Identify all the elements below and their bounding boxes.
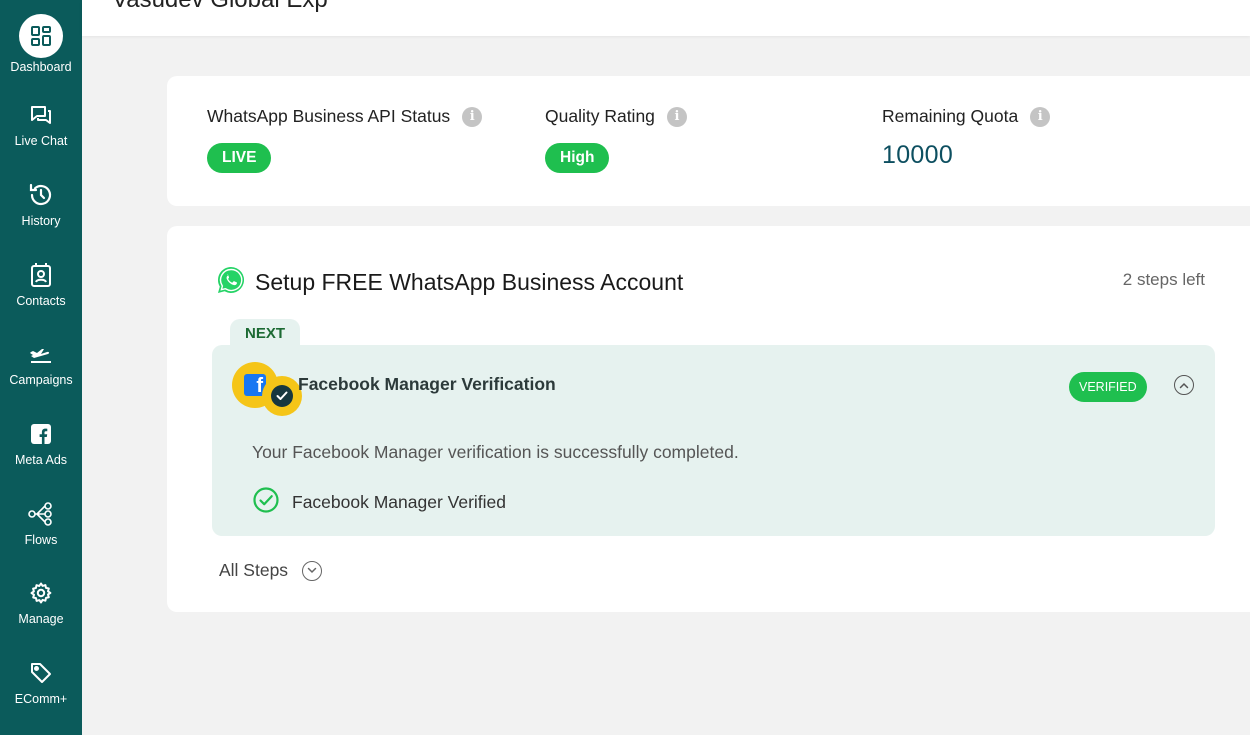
sidebar-item-flows[interactable]: Flows xyxy=(0,497,82,547)
organization-name: Vasudev Global Exp xyxy=(112,0,328,14)
sidebar-item-campaigns[interactable]: Campaigns xyxy=(0,337,82,387)
whatsapp-icon xyxy=(215,264,247,301)
verification-status-row: Facebook Manager Verified xyxy=(252,486,506,519)
sidebar-item-label: Campaigns xyxy=(9,373,73,387)
sidebar-item-label: Live Chat xyxy=(14,134,68,148)
api-status-badge: LIVE xyxy=(207,143,272,173)
api-status-stat: WhatsApp Business API Status i LIVE xyxy=(207,106,483,173)
api-status-card: WhatsApp Business API Status i LIVE Qual… xyxy=(167,76,1250,206)
step-title: Facebook Manager Verification xyxy=(298,374,556,394)
collapse-chevron-icon[interactable] xyxy=(1174,375,1194,395)
step-description: Your Facebook Manager verification is su… xyxy=(252,442,739,462)
sidebar-item-label: Flows xyxy=(24,533,58,547)
sidebar-item-label: Meta Ads xyxy=(14,453,68,467)
gear-icon xyxy=(19,576,63,610)
top-header: Vasudev Global Exp xyxy=(82,0,1250,36)
dashboard-icon xyxy=(19,14,63,58)
setup-header: Setup FREE WhatsApp Business Account xyxy=(215,264,683,301)
sidebar-item-label: Dashboard xyxy=(10,60,72,74)
sidebar-item-label: Contacts xyxy=(16,294,66,308)
sidebar-item-dashboard[interactable]: Dashboard xyxy=(0,14,82,74)
verification-status-text: Facebook Manager Verified xyxy=(292,492,507,512)
step-facebook-verification: f Facebook Manager Verification VERIFIED… xyxy=(212,345,1215,536)
info-icon[interactable]: i xyxy=(666,106,687,127)
info-icon[interactable]: i xyxy=(1030,106,1051,127)
flow-icon xyxy=(19,497,63,531)
check-circle-icon xyxy=(252,486,280,519)
info-icon[interactable]: i xyxy=(462,106,483,127)
next-step-tab: NEXT xyxy=(230,319,300,347)
history-icon xyxy=(19,178,63,212)
sidebar-item-live-chat[interactable]: Live Chat xyxy=(0,98,82,148)
sidebar-item-label: EComm+ xyxy=(14,692,68,706)
checkmark-icon xyxy=(262,376,302,416)
setup-account-card: Setup FREE WhatsApp Business Account 2 s… xyxy=(167,226,1250,612)
chat-icon xyxy=(19,98,63,132)
sidebar-item-meta-ads[interactable]: Meta Ads xyxy=(0,417,82,467)
quality-rating-badge: High xyxy=(545,143,610,173)
quality-rating-stat: Quality Rating i High xyxy=(545,106,687,173)
quality-rating-title: Quality Rating xyxy=(545,106,655,126)
sidebar-item-ecomm[interactable]: EComm+ xyxy=(0,656,82,706)
all-steps-toggle[interactable]: All Steps xyxy=(219,560,323,581)
sidebar-item-label: Manage xyxy=(18,612,64,626)
sidebar: Dashboard Live Chat History Contacts Cam… xyxy=(0,0,82,735)
sidebar-item-manage[interactable]: Manage xyxy=(0,576,82,626)
sidebar-item-label: History xyxy=(21,214,61,228)
facebook-icon xyxy=(19,417,63,451)
remaining-quota-title: Remaining Quota xyxy=(882,106,1019,126)
steps-left-text: 2 steps left xyxy=(1122,270,1205,289)
api-status-title: WhatsApp Business API Status xyxy=(207,106,451,126)
contacts-icon xyxy=(19,258,63,292)
remaining-quota-value: 10000 xyxy=(882,141,954,169)
facebook-verified-badge: f xyxy=(232,362,304,416)
remaining-quota-stat: Remaining Quota i 10000 xyxy=(882,106,1051,170)
sidebar-item-contacts[interactable]: Contacts xyxy=(0,258,82,308)
plane-icon xyxy=(19,337,63,371)
setup-title: Setup FREE WhatsApp Business Account xyxy=(255,269,684,295)
all-steps-label: All Steps xyxy=(219,560,289,580)
chevron-down-icon xyxy=(302,560,323,581)
verified-badge: VERIFIED xyxy=(1069,372,1147,402)
sidebar-item-history[interactable]: History xyxy=(0,178,82,228)
tag-icon xyxy=(19,656,63,690)
